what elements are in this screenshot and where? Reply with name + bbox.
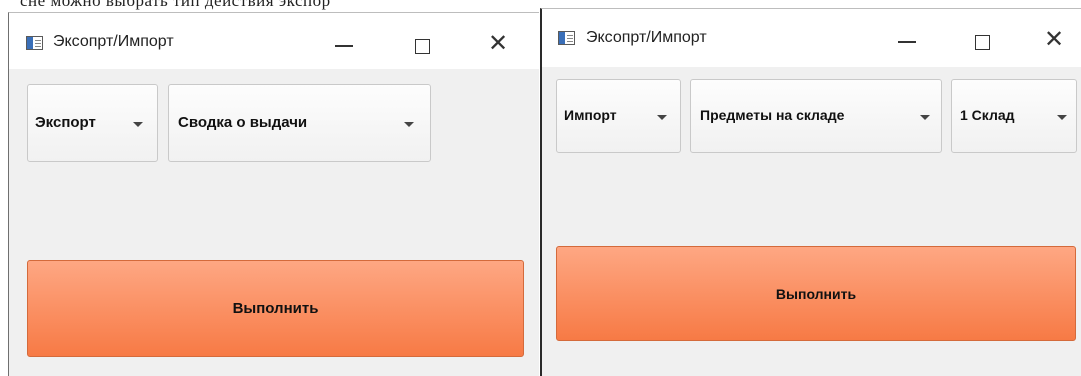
chevron-down-icon bbox=[404, 122, 414, 127]
chevron-down-icon bbox=[657, 115, 667, 120]
minimize-icon[interactable] bbox=[892, 27, 922, 57]
report-type-combo[interactable]: Сводка о выдачи bbox=[168, 84, 431, 162]
minimize-icon[interactable] bbox=[329, 31, 359, 61]
chevron-down-icon bbox=[920, 115, 930, 120]
app-window-icon bbox=[26, 36, 43, 50]
item-type-combo[interactable]: Предметы на складе bbox=[690, 79, 942, 153]
report-type-value: Сводка о выдачи bbox=[178, 114, 308, 131]
item-type-value: Предметы на складе bbox=[700, 107, 845, 123]
maximize-icon[interactable] bbox=[407, 31, 437, 61]
maximize-icon[interactable] bbox=[967, 27, 997, 57]
close-icon[interactable]: ✕ bbox=[483, 29, 513, 59]
window-titlebar[interactable]: Эксопрт/Импорт ✕ bbox=[9, 13, 539, 69]
window-titlebar[interactable]: Эксопрт/Импорт ✕ bbox=[542, 9, 1081, 67]
chevron-down-icon bbox=[1057, 115, 1067, 120]
close-icon[interactable]: ✕ bbox=[1039, 25, 1069, 55]
action-type-value: Импорт bbox=[564, 107, 617, 123]
app-window-icon bbox=[558, 31, 575, 45]
warehouse-value: 1 Склад bbox=[960, 107, 1015, 123]
window-title: Эксопрт/Импорт bbox=[53, 33, 174, 50]
execute-button[interactable]: Выполнить bbox=[556, 246, 1076, 341]
export-import-window-left: Эксопрт/Импорт ✕ Экспорт Сводка о выдачи… bbox=[8, 12, 539, 376]
screenshot-stage: сне можно выбрать тип действия экспор Эк… bbox=[0, 0, 1081, 376]
execute-button[interactable]: Выполнить bbox=[27, 260, 524, 357]
action-type-value: Экспорт bbox=[35, 114, 96, 131]
action-type-combo[interactable]: Импорт bbox=[556, 79, 681, 153]
warehouse-combo[interactable]: 1 Склад bbox=[951, 79, 1077, 153]
export-import-window-right: Эксопрт/Импорт ✕ Импорт Предметы на скла… bbox=[540, 8, 1081, 376]
chevron-down-icon bbox=[133, 122, 143, 127]
window-title: Эксопрт/Импорт bbox=[586, 29, 707, 46]
background-document-text: сне можно выбрать тип действия экспор bbox=[20, 0, 331, 10]
action-type-combo[interactable]: Экспорт bbox=[27, 84, 158, 162]
